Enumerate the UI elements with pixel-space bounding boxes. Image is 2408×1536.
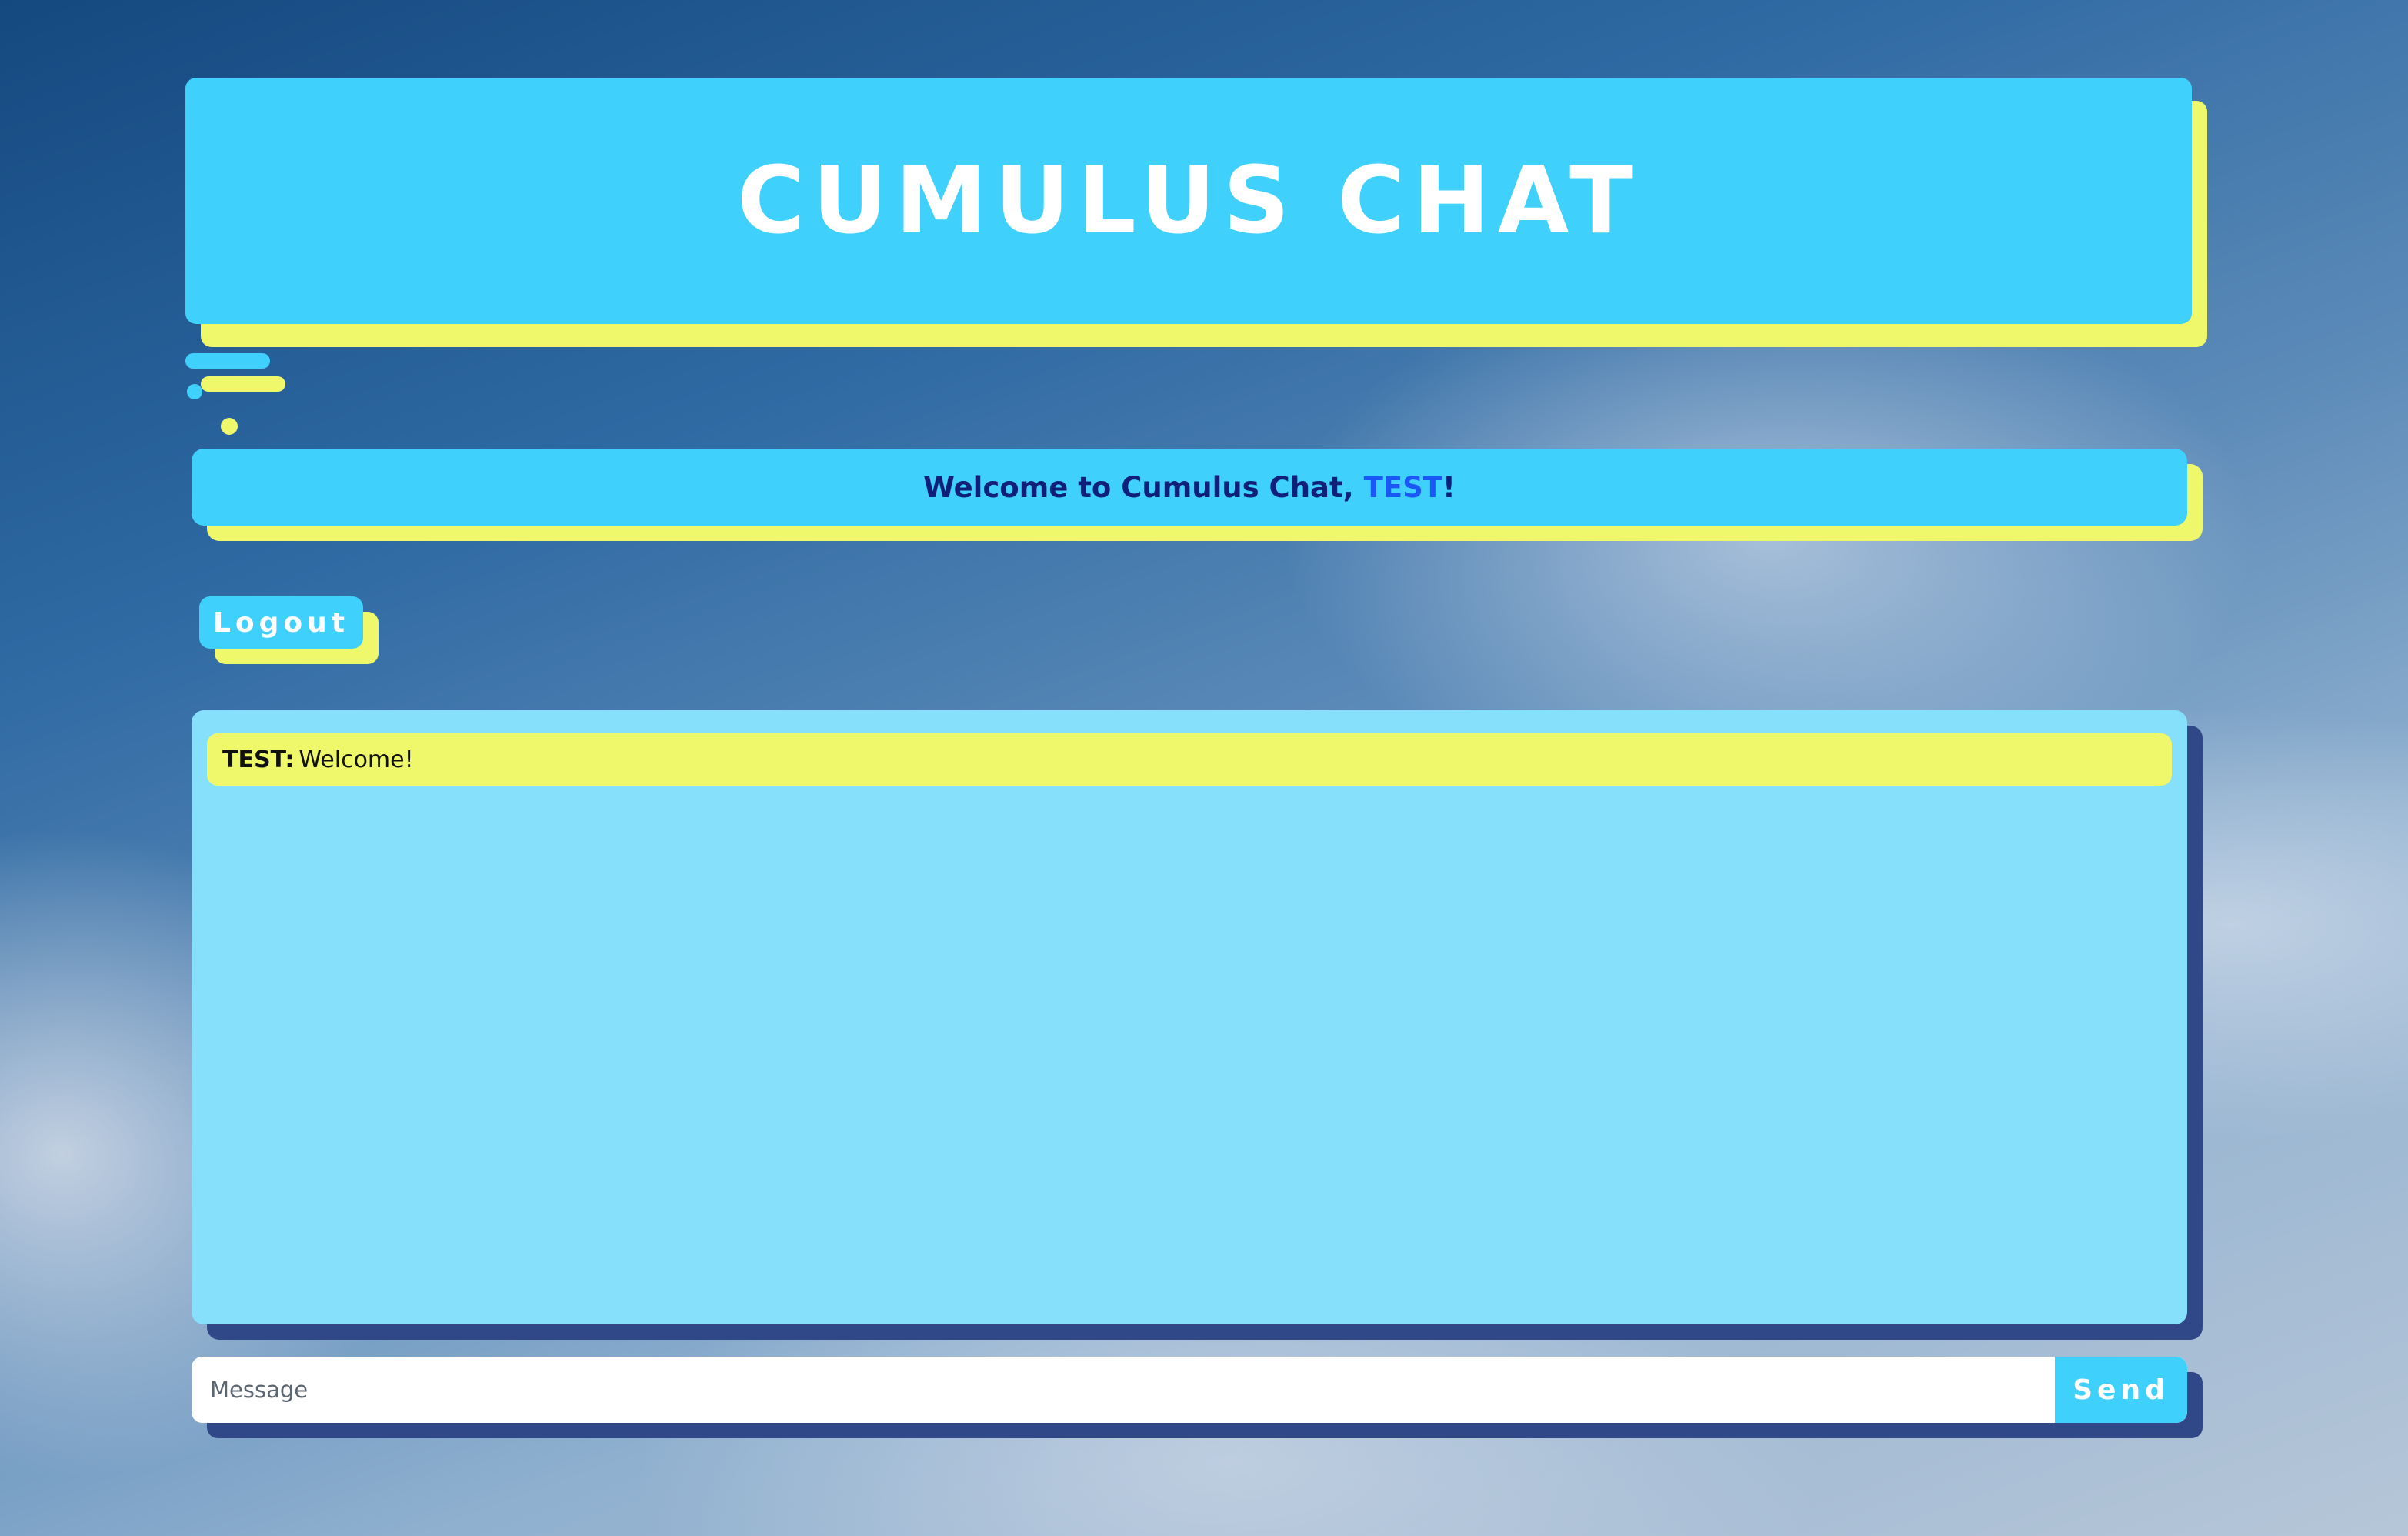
logout-button[interactable]: Logout [199, 596, 363, 649]
decor-pill-yellow [201, 376, 285, 392]
welcome-suffix: ! [1442, 470, 1456, 504]
decor-dot-cyan [187, 384, 202, 399]
message-input[interactable] [192, 1357, 2055, 1423]
app-header: CUMULUS CHAT [185, 78, 2192, 324]
message-author: TEST: [222, 746, 295, 773]
app-title: CUMULUS CHAT [736, 147, 1641, 255]
welcome-banner: Welcome to Cumulus Chat, TEST! [192, 449, 2187, 526]
welcome-prefix: Welcome to Cumulus Chat, [923, 470, 1364, 504]
welcome-username: TEST [1363, 470, 1443, 504]
decor-pill-cyan [185, 353, 270, 369]
send-button[interactable]: Send [2055, 1357, 2187, 1423]
chat-message: TEST: Welcome! [207, 733, 2172, 786]
decor-dot-yellow [221, 418, 238, 435]
chat-window[interactable]: TEST: Welcome! [192, 710, 2187, 1324]
message-form: Send [192, 1357, 2187, 1423]
message-text: Welcome! [298, 746, 414, 773]
